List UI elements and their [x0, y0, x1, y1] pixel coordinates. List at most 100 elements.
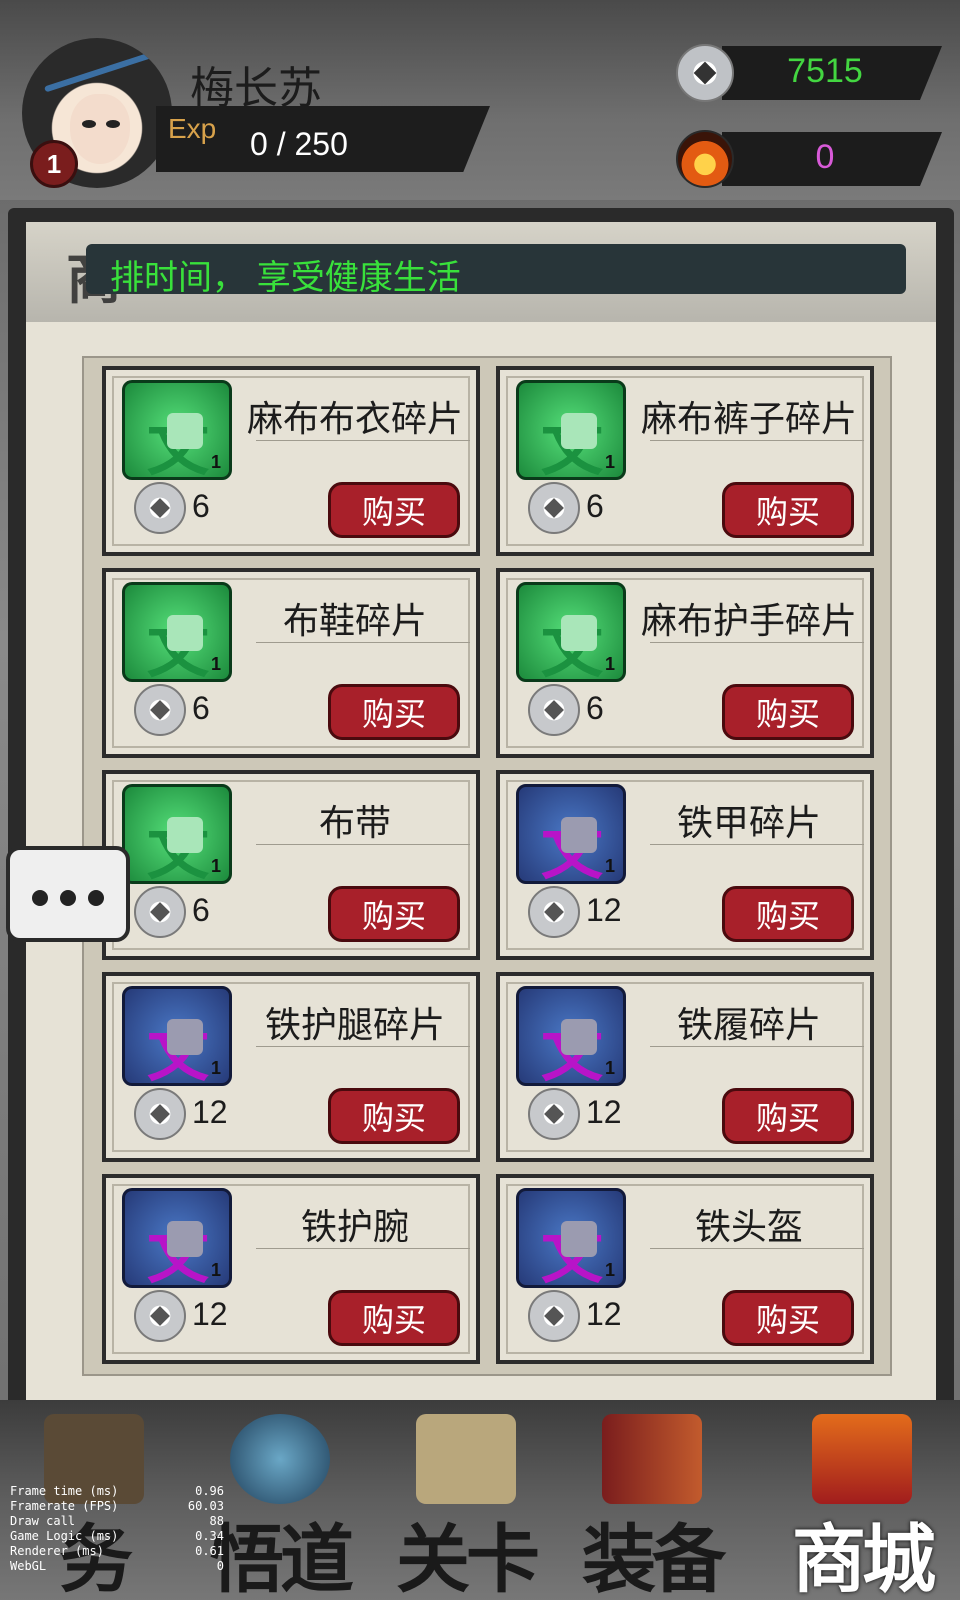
nav-item-shop[interactable]: 商城	[768, 1400, 956, 1600]
divider	[650, 1046, 864, 1047]
iron-armor-icon	[561, 817, 597, 853]
item-price: 6	[586, 488, 604, 524]
item-price: 12	[586, 1296, 622, 1332]
buy-button[interactable]: 购买	[722, 684, 854, 740]
ellipsis-dot	[60, 890, 76, 906]
palace-icon	[812, 1414, 912, 1504]
buy-button[interactable]: 购买	[328, 1290, 460, 1346]
item-count: 1	[210, 452, 221, 472]
cloth-shoes-icon	[167, 615, 203, 651]
shop-item-card: 文 1 麻布裤子碎片 6 购买	[496, 366, 874, 556]
item-price: 6	[586, 690, 604, 726]
item-icon[interactable]: 文 1	[122, 1188, 232, 1292]
item-price: 6	[192, 488, 210, 524]
shop-item-card: 文 1 铁头盔 12 购买	[496, 1174, 874, 1364]
divider	[256, 1046, 470, 1047]
divider	[256, 440, 470, 441]
item-icon[interactable]: 文 1	[516, 1188, 626, 1292]
item-name: 铁甲碎片	[676, 803, 821, 844]
cloth-shirt-icon	[167, 413, 203, 449]
fire-icon	[676, 130, 734, 188]
item-count: 1	[604, 856, 615, 876]
item-price: 12	[586, 892, 622, 928]
ellipsis-dot	[32, 890, 48, 906]
ellipsis-dot	[88, 890, 104, 906]
buy-button[interactable]: 购买	[722, 482, 854, 538]
exp-label: Exp	[168, 113, 217, 144]
item-icon[interactable]: 文 1	[122, 986, 232, 1090]
item-icon[interactable]: 文 1	[516, 582, 626, 686]
debug-overlay: Frame time (ms) 0.96 Framerate (FPS) 60.03…	[10, 1484, 224, 1574]
sword-icon	[602, 1414, 702, 1504]
item-count: 1	[210, 1260, 221, 1280]
shop-item-card: 文 1 布鞋碎片 6 购买	[102, 568, 480, 758]
item-price: 12	[192, 1094, 228, 1130]
coin-icon	[528, 482, 580, 534]
cloth-gloves-icon	[561, 615, 597, 651]
coin-icon	[528, 684, 580, 736]
avatar-eye	[82, 120, 96, 128]
shop-title-strip: 商 排时间， 享受健康生活	[26, 222, 936, 322]
debug-row: Framerate (FPS) 60.03	[10, 1499, 224, 1513]
item-name: 铁履碎片	[676, 1005, 821, 1046]
item-price: 6	[192, 690, 210, 726]
item-count: 1	[210, 1058, 221, 1078]
coin-icon	[134, 482, 186, 534]
coin-icon	[134, 886, 186, 938]
shop-item-card: 文 1 麻布护手碎片 6 购买	[496, 568, 874, 758]
buy-button[interactable]: 购买	[328, 684, 460, 740]
item-name: 铁护腿碎片	[264, 1005, 445, 1046]
game-screen: 1 梅长苏 Exp 0 / 250 7515 0 商 排时间， 享受健康生活	[0, 0, 960, 1600]
buy-button[interactable]: 购买	[328, 482, 460, 538]
coin-count: 7515	[787, 52, 863, 90]
item-icon[interactable]: 文 1	[516, 784, 626, 888]
cloth-pants-icon	[561, 413, 597, 449]
item-name: 麻布布衣碎片	[246, 399, 463, 440]
item-icon[interactable]: 文 1	[122, 582, 232, 686]
shop-item-card: 文 1 铁履碎片 12 购买	[496, 972, 874, 1162]
shop-panel: 商 排时间， 享受健康生活 文 1 麻布布衣碎片 6 购	[8, 208, 954, 1420]
item-name: 麻布裤子碎片	[640, 399, 857, 440]
nav-label: 商城	[792, 1517, 936, 1600]
item-name: 布鞋碎片	[282, 601, 427, 642]
item-count: 1	[604, 1260, 615, 1280]
iron-leggings-icon	[167, 1019, 203, 1055]
item-price: 6	[192, 892, 210, 928]
item-icon[interactable]: 文 1	[516, 380, 626, 484]
nav-item-stage[interactable]: 关卡	[372, 1400, 560, 1600]
cloth-belt-icon	[167, 817, 203, 853]
avatar-eye	[106, 120, 120, 128]
nav-label: 装备	[582, 1517, 726, 1600]
nav-label: 关卡	[396, 1517, 540, 1600]
buy-button[interactable]: 购买	[328, 886, 460, 942]
buy-button[interactable]: 购买	[722, 1290, 854, 1346]
divider	[650, 1248, 864, 1249]
avatar-face	[70, 94, 130, 164]
buy-button[interactable]: 购买	[722, 886, 854, 942]
divider	[650, 642, 864, 643]
buy-button[interactable]: 购买	[328, 1088, 460, 1144]
divider	[650, 844, 864, 845]
avatar-headband	[44, 49, 160, 93]
item-name: 铁头盔	[694, 1207, 803, 1248]
coin-icon	[528, 1290, 580, 1342]
debug-row: Frame time (ms) 0.96	[10, 1484, 224, 1498]
nav-item-equipment[interactable]: 装备	[558, 1400, 746, 1600]
item-icon[interactable]: 文 1	[122, 784, 232, 888]
item-count: 1	[210, 654, 221, 674]
iron-boots-icon	[561, 1019, 597, 1055]
coin-icon	[528, 1088, 580, 1140]
item-count: 1	[604, 654, 615, 674]
coin-icon	[134, 684, 186, 736]
item-icon[interactable]: 文 1	[122, 380, 232, 484]
item-price: 12	[586, 1094, 622, 1130]
divider	[650, 440, 864, 441]
shop-item-card: 文 1 铁护腿碎片 12 购买	[102, 972, 480, 1162]
marquee-text: 排时间， 享受健康生活	[110, 258, 461, 298]
debug-row: Game Logic (ms) 0.34	[10, 1529, 224, 1543]
item-name: 铁护腕	[300, 1207, 409, 1248]
chat-bubble-button[interactable]	[6, 846, 130, 942]
buy-button[interactable]: 购买	[722, 1088, 854, 1144]
item-icon[interactable]: 文 1	[516, 986, 626, 1090]
coin-icon	[134, 1290, 186, 1342]
